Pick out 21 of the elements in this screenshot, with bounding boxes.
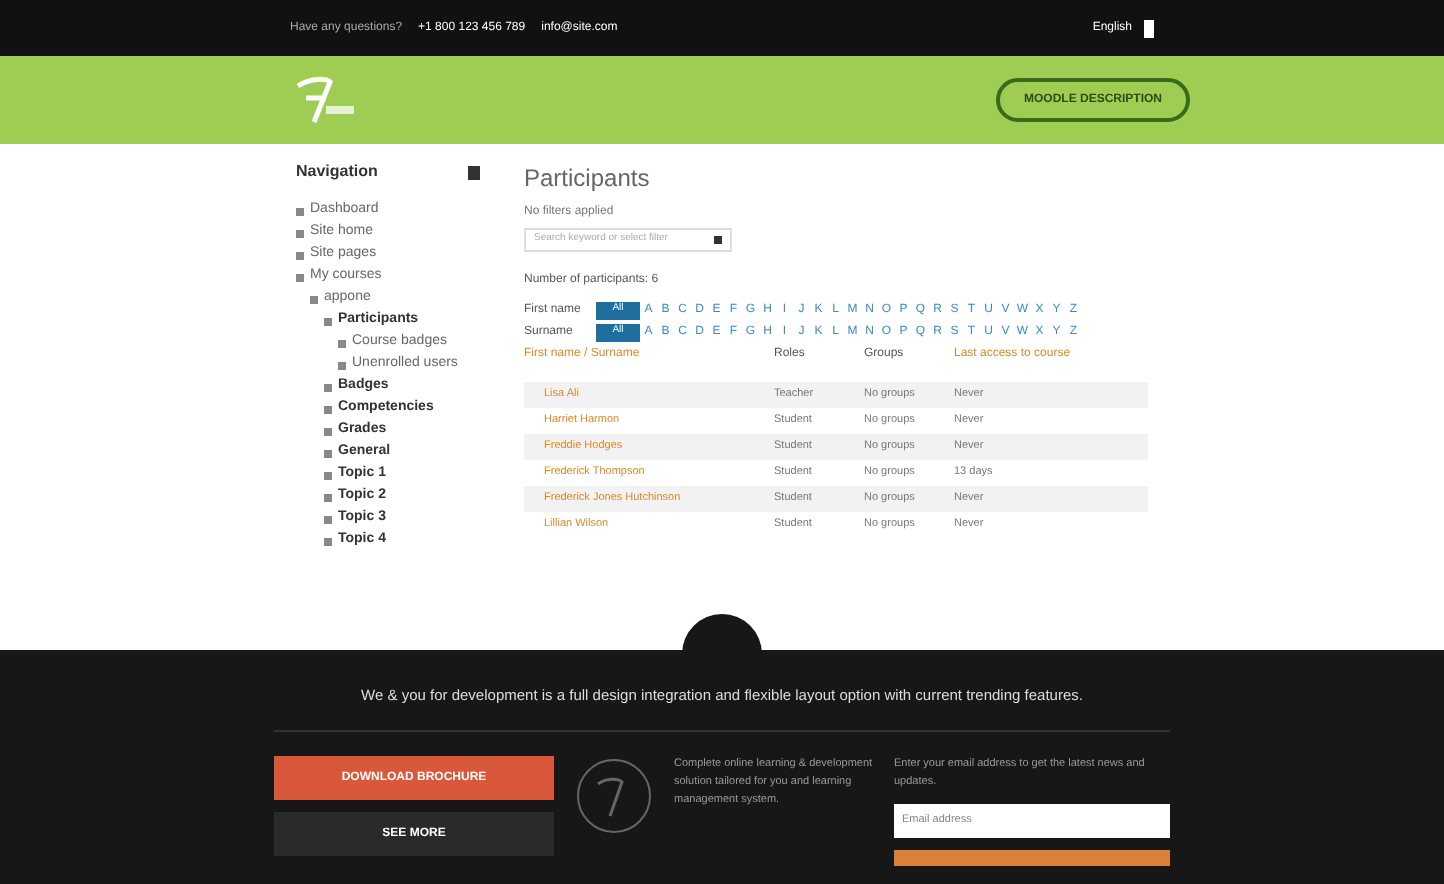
bullet-icon — [324, 493, 332, 501]
navigation-title: Navigation — [296, 160, 378, 184]
bullet-icon — [296, 251, 304, 259]
bullet-icon — [324, 449, 332, 457]
dropdown-icon — [714, 236, 722, 244]
bullet-icon — [324, 405, 332, 413]
bullet-icon — [310, 295, 318, 303]
bullet-icon — [324, 471, 332, 479]
logo-icon — [574, 756, 654, 837]
bullet-icon — [296, 207, 304, 215]
bullet-icon — [338, 361, 346, 369]
bullet-icon — [338, 339, 346, 347]
bullet-icon — [324, 383, 332, 391]
subscribe-bar[interactable] — [894, 849, 1170, 866]
page-title: Participants — [524, 162, 652, 196]
bullet-icon — [324, 427, 332, 435]
bullet-icon — [324, 515, 332, 523]
bullet-icon — [324, 537, 332, 545]
bullet-icon — [296, 273, 304, 281]
bullet-icon — [324, 317, 332, 325]
bullet-icon — [296, 229, 304, 237]
